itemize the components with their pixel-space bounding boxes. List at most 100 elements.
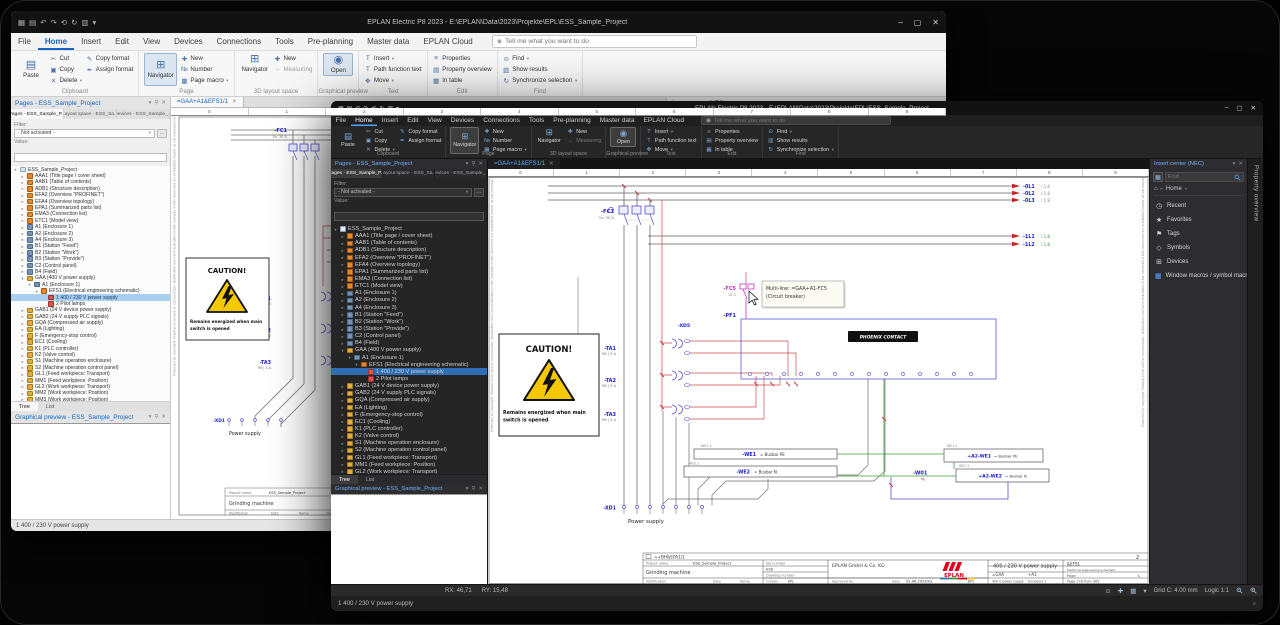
tree-item[interactable]: ▸ GAB1 (24 V device power supply) xyxy=(331,383,487,390)
paste-button[interactable]: ▤Paste xyxy=(16,53,46,86)
copy-format-button[interactable]: ✎Copy format xyxy=(399,128,441,136)
open-icon[interactable]: ▤ xyxy=(29,18,36,27)
tree-expand-icon[interactable]: ▸ xyxy=(340,262,345,267)
filter-select[interactable]: - Not activated -▾ xyxy=(14,129,155,138)
terminal-xd5-label[interactable]: -XD5 xyxy=(678,323,690,329)
ribbon-tab[interactable]: Tools xyxy=(268,33,301,50)
paste-button[interactable]: ▤Paste xyxy=(335,127,361,154)
tree-expand-icon[interactable]: ▸ xyxy=(20,308,25,313)
pages-panel-header[interactable]: Pages - ESS_Sample_Project ▾ ⚲ ✕ xyxy=(11,97,170,109)
tree-expand-icon[interactable]: ▸ xyxy=(340,291,345,296)
tellme-search[interactable]: ◉ xyxy=(701,116,891,125)
insert-center-item[interactable]: ⚑ Tags xyxy=(1150,227,1247,241)
dock-tab[interactable]: Layout space - ESS_Sa... xyxy=(383,169,435,178)
panel-pin-icon[interactable]: ⚲ xyxy=(471,161,475,167)
tree-expand-icon[interactable]: ▸ xyxy=(340,319,345,324)
logic-scale-readout[interactable]: Logic 1:1 xyxy=(1205,588,1229,594)
tree-item[interactable]: ▸ ADB1 (Structure description) xyxy=(331,247,487,254)
tree-expand-icon[interactable]: ▸ xyxy=(20,346,25,351)
tree-item[interactable]: ▸ B1 (Station "Feed") xyxy=(331,311,487,318)
page-navigator-button[interactable]: ⊞Navigator xyxy=(144,53,176,86)
tree-item[interactable]: ▸ ETC1 (Model view) xyxy=(331,283,487,290)
tab-close-icon[interactable]: ✕ xyxy=(232,99,237,105)
page-number-button[interactable]: №Number xyxy=(181,65,229,75)
panel-menu-icon[interactable]: ▾ xyxy=(466,486,469,492)
graphical-preview-header[interactable]: Graphical preview - ESS_Sample_Project ▾… xyxy=(11,411,170,423)
tree-item[interactable]: ▸ GL1 (Feed workpiece: Transport) xyxy=(331,454,487,461)
in-table-button[interactable]: ▦In table xyxy=(433,76,492,86)
insert-center-item[interactable]: ◷ Recent xyxy=(1150,199,1247,213)
tellme-input[interactable] xyxy=(505,38,692,45)
panel-close-icon[interactable]: ✕ xyxy=(161,414,166,420)
busbar-a2-we1[interactable]: +A2-WE1 = Busbar PE -WE1.3 xyxy=(944,444,1043,462)
insert-center-find[interactable] xyxy=(1165,172,1244,182)
tree-item[interactable]: ▾ GAA (400 V power supply) xyxy=(331,347,487,354)
pages-panel-header[interactable]: Pages - ESS_Sample_Project ▾ ⚲ ✕ xyxy=(331,159,487,169)
preview-open-button[interactable]: ◉Open xyxy=(610,127,636,147)
tree-item[interactable]: ▾ ESS_Sample_Project xyxy=(331,226,487,233)
busbar-we2[interactable]: -WE2 = Busbar N -WE2.1 xyxy=(684,462,837,478)
ribbon-tab[interactable]: EPLAN Cloud xyxy=(416,33,479,50)
page-navigator-button[interactable]: ⊞Navigator xyxy=(450,127,479,154)
tree-expand-icon[interactable]: ▸ xyxy=(340,441,345,446)
page-new-button[interactable]: ✚New xyxy=(181,54,229,64)
minimize-button[interactable]: – xyxy=(1225,104,1229,112)
insert-center-header[interactable]: Insert center (NEC) ▾ ✕ xyxy=(1150,159,1247,169)
tree-item[interactable]: ▸ AAA1 (Title page / cover sheet) xyxy=(331,233,487,240)
tree-item[interactable]: ▸ GQA (Compressed air supply) xyxy=(331,397,487,404)
tree-expand-icon[interactable]: ▸ xyxy=(20,321,25,326)
tree-item[interactable]: 2 Pilot lamps xyxy=(331,375,487,382)
tree-expand-icon[interactable]: ▸ xyxy=(340,255,345,260)
panel-menu-icon[interactable]: ▾ xyxy=(149,414,152,420)
tree-expand-icon[interactable]: ▸ xyxy=(340,334,345,339)
path-function-text-button[interactable]: TPath function text xyxy=(645,137,696,145)
graphical-preview-header[interactable]: Graphical preview - ESS_Sample_Project ▾… xyxy=(331,484,487,494)
chevron-down-icon[interactable]: ▾ xyxy=(1185,186,1187,192)
tree-expand-icon[interactable]: ▸ xyxy=(20,174,25,179)
dock-tab[interactable]: Devices - ESS_Sample_... xyxy=(117,109,170,119)
project-tree[interactable]: ▾ ESS_Sample_Project ▸ AAA1 (Title page … xyxy=(11,166,170,402)
tree-item[interactable]: ▸ B2 (Station "Work") xyxy=(331,318,487,325)
increment-icon[interactable]: ✚ xyxy=(1118,587,1123,595)
tree-expand-icon[interactable]: ▸ xyxy=(20,384,25,389)
transformer-ta3[interactable]: -TA3 96 | 5 A xyxy=(602,376,764,422)
insert-center-item[interactable]: ⊞ Devices xyxy=(1150,255,1247,269)
chevron-down-icon[interactable]: ▾ xyxy=(1143,587,1146,595)
ribbon-tab[interactable]: File xyxy=(11,33,38,50)
snap-icon[interactable]: ⊙ xyxy=(1105,587,1110,595)
tree-item[interactable]: ▸ EC1 (Cooling) xyxy=(331,418,487,425)
insert-center-item[interactable]: ▦ Window macros / symbol macros xyxy=(1150,269,1247,283)
panel-close-icon[interactable]: ✕ xyxy=(478,161,483,167)
assign-format-button[interactable]: ✒Assign format xyxy=(399,137,441,145)
graphical-preview-thumbnail[interactable] xyxy=(331,494,487,584)
tree-expand-icon[interactable]: ▸ xyxy=(340,305,345,310)
panel-close-icon[interactable]: ✕ xyxy=(161,100,166,106)
tree-list-tab[interactable]: List xyxy=(358,475,382,484)
panel-close-icon[interactable]: ✕ xyxy=(1238,161,1243,167)
tree-expand-icon[interactable]: ▸ xyxy=(20,231,25,236)
tree-item[interactable]: ▸ F (Emergency-stop control) xyxy=(331,411,487,418)
ribbon-tab[interactable]: Home xyxy=(38,33,74,50)
tree-expand-icon[interactable]: ▾ xyxy=(34,289,39,294)
update-icon[interactable]: ↻ xyxy=(71,18,77,27)
text-insert-button[interactable]: TInsert▾ xyxy=(364,54,421,64)
tree-expand-icon[interactable]: ▸ xyxy=(20,218,25,223)
tree-item[interactable]: ▸ EFA2 (Overview "PROFINET") xyxy=(331,254,487,261)
dock-tab[interactable]: Pages - ESS_Sample_P... xyxy=(331,169,383,178)
tree-expand-icon[interactable]: ▸ xyxy=(340,269,345,274)
editor-tab[interactable]: =GAA+A1&EFS1/1✕ xyxy=(171,97,244,107)
panel-menu-icon[interactable]: ▾ xyxy=(466,161,469,167)
tree-expand-icon[interactable]: ▾ xyxy=(340,348,345,353)
value-input[interactable] xyxy=(14,153,167,162)
insert-center-mode-icon[interactable]: ▦ xyxy=(1153,172,1163,182)
panel-pin-icon[interactable]: ⚲ xyxy=(471,486,475,492)
redo-icon[interactable]: ↷ xyxy=(50,18,56,27)
synchronize-selection-button[interactable]: ↻Synchronize selection▾ xyxy=(503,76,577,86)
page-macro-button[interactable]: ▦Page macro▾ xyxy=(181,76,229,86)
tree-expand-icon[interactable]: ▸ xyxy=(20,186,25,191)
copy-button[interactable]: ▣Copy xyxy=(365,137,395,145)
tree-expand-icon[interactable]: ▸ xyxy=(340,455,345,460)
tree-expand-icon[interactable]: ▸ xyxy=(20,225,25,230)
dock-tab[interactable]: Layout space - ESS_Sa... xyxy=(64,109,117,119)
tree-expand-icon[interactable]: ▸ xyxy=(20,257,25,262)
